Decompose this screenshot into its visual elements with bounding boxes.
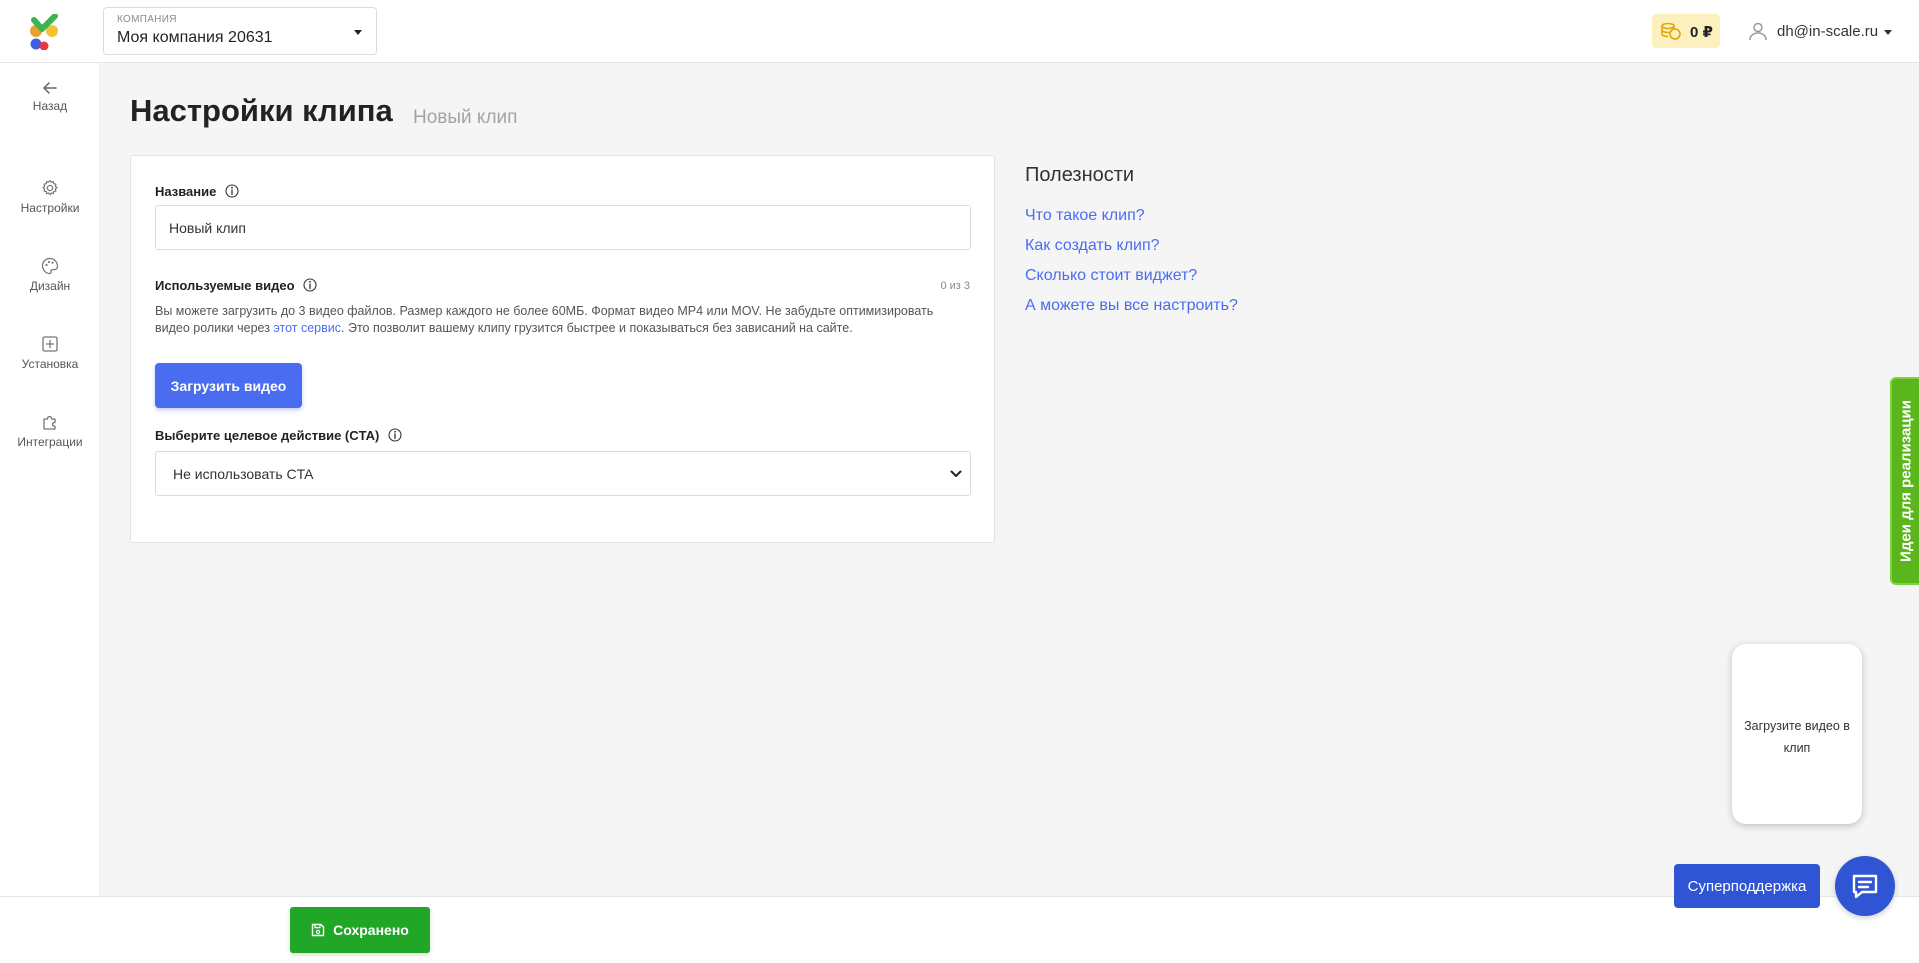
- useful-link-setup-service[interactable]: А можете вы все настроить?: [1025, 297, 1238, 315]
- page-subtitle: Новый клип: [413, 107, 518, 128]
- optimize-service-link[interactable]: этот сервис: [273, 321, 341, 335]
- sidebar: Назад Настройки Дизайн Установка Интегра…: [0, 63, 100, 963]
- ideas-tab-label: Идеи для реализации: [1897, 400, 1914, 562]
- useful-link-what-is-clip[interactable]: Что такое клип?: [1025, 207, 1145, 225]
- caret-down-icon: [1884, 30, 1892, 35]
- name-field-label: Название: [155, 184, 239, 199]
- sidebar-item-label: Дизайн: [29, 279, 71, 293]
- sidebar-item-label: Интеграции: [17, 435, 83, 449]
- chevron-down-icon: [950, 470, 962, 477]
- sidebar-item-integrations[interactable]: Интеграции: [0, 413, 100, 449]
- top-header: КОМПАНИЯ Моя компания 20631 0 ₽ dh@in-sc…: [0, 0, 1919, 63]
- caret-down-icon: [354, 30, 362, 35]
- upload-video-button[interactable]: Загрузить видео: [155, 363, 302, 408]
- palette-icon: [41, 257, 59, 275]
- sidebar-item-install[interactable]: Установка: [0, 335, 100, 371]
- coins-icon: [1661, 22, 1681, 40]
- sidebar-item-label: Установка: [21, 357, 79, 371]
- info-icon[interactable]: [225, 184, 239, 198]
- floppy-disk-icon: [311, 923, 325, 937]
- support-button[interactable]: Суперподдержка: [1674, 864, 1820, 908]
- user-icon: [1749, 22, 1767, 41]
- info-icon[interactable]: [303, 278, 317, 292]
- page-title: Настройки клипа: [130, 93, 393, 128]
- company-select[interactable]: КОМПАНИЯ Моя компания 20631: [103, 7, 377, 55]
- chat-icon: [1852, 874, 1878, 899]
- arrow-left-icon: [43, 82, 57, 94]
- sidebar-item-label: Назад: [32, 99, 68, 113]
- useful-title: Полезности: [1025, 164, 1135, 186]
- clip-preview-widget[interactable]: Загрузите видео в клип: [1732, 644, 1862, 824]
- puzzle-icon: [43, 415, 56, 430]
- user-email: dh@in-scale.ru: [1777, 23, 1879, 40]
- company-name: Моя компания 20631: [117, 29, 273, 46]
- cta-select[interactable]: Не использовать CTA: [155, 451, 971, 496]
- save-button[interactable]: Сохранено: [290, 907, 430, 953]
- bottom-bar: [0, 896, 1919, 963]
- videos-help-text: Вы можете загрузить до 3 видео файлов. Р…: [155, 304, 934, 335]
- gear-icon: [42, 179, 58, 196]
- sidebar-item-back[interactable]: Назад: [0, 81, 100, 113]
- clip-name-input[interactable]: [155, 205, 971, 250]
- useful-link-how-to-create[interactable]: Как создать клип?: [1025, 237, 1160, 255]
- save-button-label: Сохранено: [333, 922, 409, 938]
- sidebar-item-design[interactable]: Дизайн: [0, 257, 100, 293]
- sidebar-item-settings[interactable]: Настройки: [0, 179, 100, 215]
- cta-field-label: Выберите целевое действие (CTA): [155, 428, 402, 443]
- useful-link-price[interactable]: Сколько стоит виджет?: [1025, 267, 1197, 285]
- balance-badge[interactable]: 0 ₽: [1652, 14, 1720, 48]
- info-icon[interactable]: [388, 428, 402, 442]
- plus-square-icon: [42, 336, 58, 352]
- videos-field-label: Используемые видео: [155, 278, 317, 293]
- sidebar-item-label: Настройки: [20, 201, 80, 215]
- preview-placeholder-text: Загрузите видео в клип: [1744, 719, 1850, 755]
- cta-selected-value: Не использовать CTA: [173, 466, 314, 482]
- videos-counter: 0 из 3: [940, 280, 970, 292]
- balance-value: 0 ₽: [1690, 24, 1713, 41]
- clip-settings-card: Название Используемые видео 0 из 3 Вы мо…: [130, 155, 995, 543]
- company-caption: КОМПАНИЯ: [117, 14, 177, 25]
- chat-button[interactable]: [1835, 856, 1895, 916]
- logo-icon[interactable]: [28, 14, 68, 50]
- ideas-side-tab[interactable]: Идеи для реализации: [1890, 377, 1919, 585]
